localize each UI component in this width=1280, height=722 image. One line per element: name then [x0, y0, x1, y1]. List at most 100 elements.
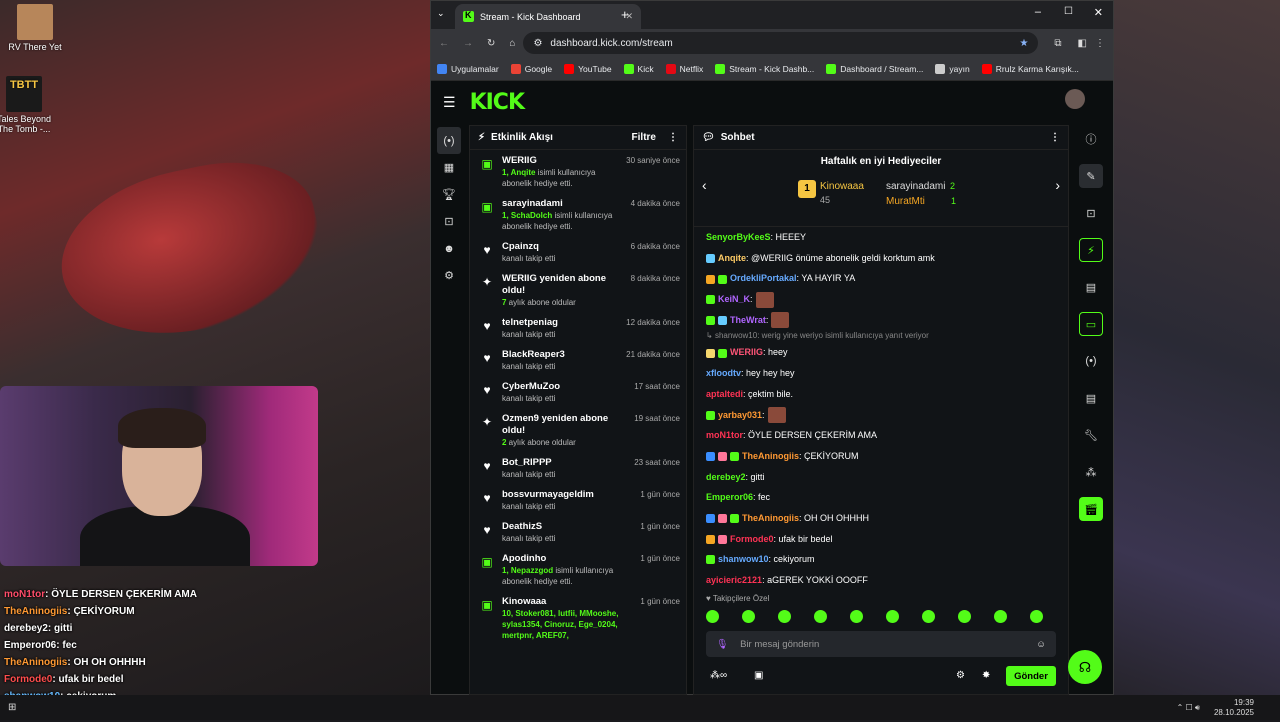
bookmark-item[interactable]: YouTube [564, 63, 612, 74]
activity-menu-icon[interactable]: ⋮ [668, 132, 678, 143]
support-headset-icon[interactable]: ☊ [1068, 650, 1102, 684]
camera-icon[interactable]: ⊡ [437, 208, 461, 235]
chat-username[interactable]: SenyorByKeeS [706, 232, 771, 242]
lightning-panel-icon[interactable]: ⚡︎ [1079, 238, 1103, 262]
broadcast-icon[interactable]: (•) [1079, 349, 1103, 373]
mic-icon[interactable]: 🎙︎ [716, 639, 728, 650]
emote-shortcut-icon[interactable] [994, 610, 1007, 623]
bookmark-star-icon[interactable]: ★ [1019, 38, 1028, 49]
emote-shortcut-icon[interactable] [742, 610, 755, 623]
chat-tools-icon[interactable]: ✸ [982, 670, 990, 681]
site-info-icon[interactable]: ⚙ [533, 38, 542, 49]
layout-icon[interactable]: ▤ [1079, 386, 1103, 410]
reload-icon[interactable]: ↻ [487, 38, 495, 49]
emote-shortcut-icon[interactable] [778, 610, 791, 623]
bookmark-item[interactable]: Stream - Kick Dashb... [715, 63, 814, 74]
activity-item[interactable]: ♥ Cpainzq kanalı takip etti 6 dakika önce [470, 236, 686, 268]
bookmark-item[interactable]: Kick [623, 63, 654, 74]
activity-item[interactable]: ▣ sarayinadami 1, SchaDolch isimli kullanı… [470, 193, 686, 236]
profile-icon[interactable]: ◧ [1078, 38, 1087, 49]
menu-kebab-icon[interactable]: ⋮ [1095, 38, 1105, 49]
dashboard-icon[interactable]: ▦ [437, 154, 461, 181]
bookmark-item[interactable]: Google [510, 63, 552, 74]
edit-icon[interactable]: ✎ [1079, 164, 1103, 188]
emote-shortcut-icon[interactable] [1030, 610, 1043, 623]
activity-item[interactable]: ♥ telnetpeniag kanalı takip etti 12 dakika … [470, 312, 686, 344]
chat-username[interactable]: yarbay031 [718, 410, 762, 420]
prev-arrow-icon[interactable]: ‹ [702, 177, 707, 193]
home-icon[interactable]: ⌂ [509, 38, 515, 49]
activity-item[interactable]: ♥ DeathizS kanalı takip etti 1 gün önce [470, 516, 686, 548]
settings-icon[interactable]: ⚙ [437, 262, 461, 289]
chat-username[interactable]: moN1tor [706, 430, 743, 440]
camera-scan-icon[interactable]: ⊡ [1079, 201, 1103, 225]
user-avatar[interactable] [1065, 89, 1085, 109]
filter-button[interactable]: Filtre [632, 132, 656, 143]
activity-item[interactable]: ▣ Kinowaaa 10, Stoker081, lutfii, MMooshe,… [470, 591, 686, 645]
store-icon[interactable]: ▣ [754, 670, 763, 681]
share-icon[interactable]: ⁂ [1079, 460, 1103, 484]
points-icon[interactable]: ⁂∞ [710, 670, 727, 681]
emote-shortcut-icon[interactable] [886, 610, 899, 623]
gifter-3-name[interactable]: MuratMti [886, 196, 925, 207]
emote-shortcut-icon[interactable] [814, 610, 827, 623]
chat-username[interactable]: Anqite [718, 253, 746, 263]
activity-item[interactable]: ✦ Ozmen9 yeniden abone oldu! 2 aylık abone… [470, 408, 686, 452]
tab-search-icon[interactable]: ⌄ [437, 8, 445, 19]
next-arrow-icon[interactable]: › [1055, 177, 1060, 193]
kick-logo[interactable]: KICK [470, 90, 525, 115]
bookmark-item[interactable]: Uygulamalar [437, 63, 499, 74]
extensions-icon[interactable]: ⧉ [1054, 38, 1061, 49]
tray-icons[interactable]: ⌃ ☐ 🔊︎ [1177, 703, 1200, 713]
activity-item[interactable]: ▣ WERIIG 1, Anqite isimli kullanıcıya abon… [470, 150, 686, 193]
forward-icon[interactable]: → [463, 38, 473, 49]
activity-item[interactable]: ♥ BlackReaper3 kanalı takip etti 21 dakika … [470, 344, 686, 376]
url-field[interactable]: ⚙ dashboard.kick.com/stream ★ [523, 32, 1039, 54]
window-close-icon[interactable]: ✕ [1094, 6, 1103, 19]
chat-username[interactable]: ayicieric2121 [706, 575, 762, 585]
clock[interactable]: 19:39 28.10.2025 [1214, 698, 1254, 718]
emote-shortcut-icon[interactable] [706, 610, 719, 623]
hamburger-menu-icon[interactable]: ☰ [443, 94, 456, 111]
maximize-icon[interactable]: ☐ [1064, 6, 1073, 17]
trophy-icon[interactable]: 🏆︎ [437, 181, 461, 208]
activity-item[interactable]: ♥ CyberMuZoo kanalı takip etti 17 saat önce [470, 376, 686, 408]
chat-username[interactable]: derebey2 [706, 472, 746, 482]
bookmark-item[interactable]: Netflix [665, 63, 703, 74]
chat-username[interactable]: xfloodtv [706, 368, 741, 378]
emote-shortcut-icon[interactable] [922, 610, 935, 623]
chat-username[interactable]: Formode0 [730, 534, 774, 544]
users-icon[interactable]: ☻ [437, 235, 461, 262]
chat-username[interactable]: Emperor06 [706, 492, 753, 502]
back-icon[interactable]: ← [439, 38, 449, 49]
stream-icon[interactable]: (•) [437, 127, 461, 154]
start-icon[interactable]: ⊞ [8, 702, 16, 713]
emoji-icon[interactable]: ☺ [1036, 639, 1046, 650]
chat-username[interactable]: WERIIG [730, 347, 763, 357]
browser-tab[interactable]: Stream - Kick Dashboard ✕ [455, 4, 641, 29]
gifter-1-name[interactable]: Kinowaaa [820, 181, 864, 192]
document-icon[interactable]: ▤ [1079, 275, 1103, 299]
chat-settings-icon[interactable]: ⚙ [956, 670, 965, 681]
chat-username[interactable]: aptaltedi [706, 389, 743, 399]
minimize-icon[interactable]: – [1035, 6, 1041, 18]
desktop-icon-tbtt[interactable]: TBTT Tales Beyond The Tomb -... [0, 76, 58, 134]
chat-username[interactable]: shanwow10 [718, 554, 769, 564]
info-icon[interactable]: ⓘ [1079, 127, 1103, 151]
desktop-icon-rv[interactable]: RV There Yet [0, 4, 70, 52]
wrench-icon[interactable]: 🔧︎ [1079, 423, 1103, 447]
chat-username[interactable]: TheAninogiis [742, 451, 799, 461]
chat-panel-icon[interactable]: ▭ [1079, 312, 1103, 336]
emote-shortcut-icon[interactable] [958, 610, 971, 623]
bookmark-item[interactable]: Dashboard / Stream... [826, 63, 923, 74]
activity-item[interactable]: ✦ WERIIG yeniden abone oldu! 7 aylık abone… [470, 268, 686, 312]
send-button[interactable]: Gönder [1006, 666, 1056, 686]
gifter-2-name[interactable]: sarayinadami [886, 181, 945, 192]
chat-username[interactable]: TheWrat [730, 315, 766, 325]
chat-username[interactable]: OrdekliPortakal [730, 273, 797, 283]
activity-item[interactable]: ♥ bossvurmayageldim kanalı takip etti 1 gün… [470, 484, 686, 516]
new-tab-icon[interactable]: + [621, 7, 629, 22]
chat-menu-icon[interactable]: ⋮ [1050, 132, 1060, 143]
activity-item[interactable]: ♥ Bot_RIPPP kanalı takip etti 23 saat önce [470, 452, 686, 484]
clapper-icon[interactable]: 🎬︎ [1079, 497, 1103, 521]
